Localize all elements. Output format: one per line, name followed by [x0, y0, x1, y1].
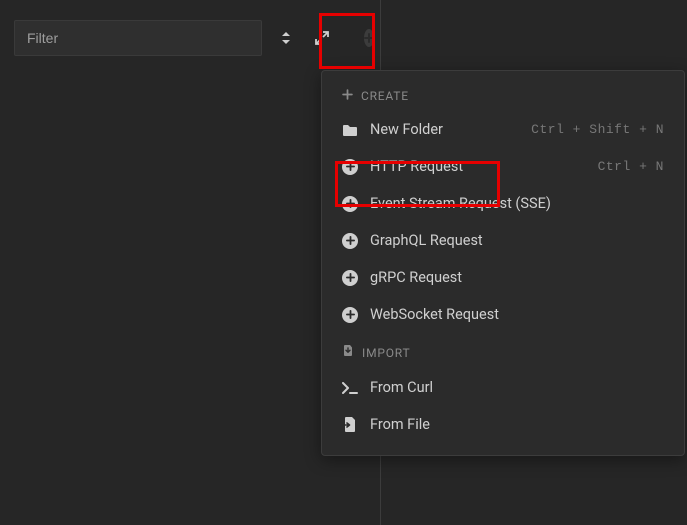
expand-button[interactable] [310, 26, 334, 50]
menu-item-from-file[interactable]: From File [322, 406, 684, 443]
menu-item-label: From File [370, 416, 652, 433]
menu-item-grpc[interactable]: gRPC Request [322, 259, 684, 296]
add-button[interactable] [346, 26, 370, 50]
menu-item-http-request[interactable]: HTTP Request Ctrl + N [322, 148, 684, 185]
plus-circle-icon [342, 196, 358, 212]
menu-item-label: Event Stream Request (SSE) [370, 195, 652, 212]
plus-circle-icon [342, 307, 358, 323]
folder-icon [342, 122, 358, 138]
section-header-import: IMPORT [322, 339, 684, 369]
menu-item-from-curl[interactable]: From Curl [322, 369, 684, 406]
terminal-icon [342, 380, 358, 396]
sort-icon [279, 31, 293, 45]
plus-circle-icon [364, 29, 374, 47]
menu-item-shortcut: Ctrl + N [598, 159, 664, 174]
menu-item-new-folder[interactable]: New Folder Ctrl + Shift + N [322, 111, 684, 148]
create-menu: CREATE New Folder Ctrl + Shift + N HTTP … [321, 70, 685, 456]
menu-item-websocket[interactable]: WebSocket Request [322, 296, 684, 333]
menu-item-graphql[interactable]: GraphQL Request [322, 222, 684, 259]
section-header-create: CREATE [322, 83, 684, 111]
menu-item-label: WebSocket Request [370, 306, 652, 323]
section-header-label: CREATE [361, 89, 409, 103]
menu-item-label: New Folder [370, 121, 519, 138]
menu-item-label: From Curl [370, 379, 652, 396]
menu-item-shortcut: Ctrl + Shift + N [531, 122, 664, 137]
menu-item-label: gRPC Request [370, 269, 652, 286]
file-import-icon [342, 417, 358, 433]
plus-circle-icon [342, 233, 358, 249]
filter-input[interactable] [14, 20, 262, 56]
section-header-label: IMPORT [362, 346, 410, 360]
plus-icon [342, 89, 353, 103]
menu-item-label: GraphQL Request [370, 232, 652, 249]
toolbar [0, 0, 687, 76]
menu-item-sse[interactable]: Event Stream Request (SSE) [322, 185, 684, 222]
plus-circle-icon [342, 270, 358, 286]
plus-circle-icon [342, 159, 358, 175]
sort-button[interactable] [274, 26, 298, 50]
import-icon [342, 345, 354, 361]
menu-item-label: HTTP Request [370, 158, 586, 175]
expand-icon [315, 31, 329, 45]
